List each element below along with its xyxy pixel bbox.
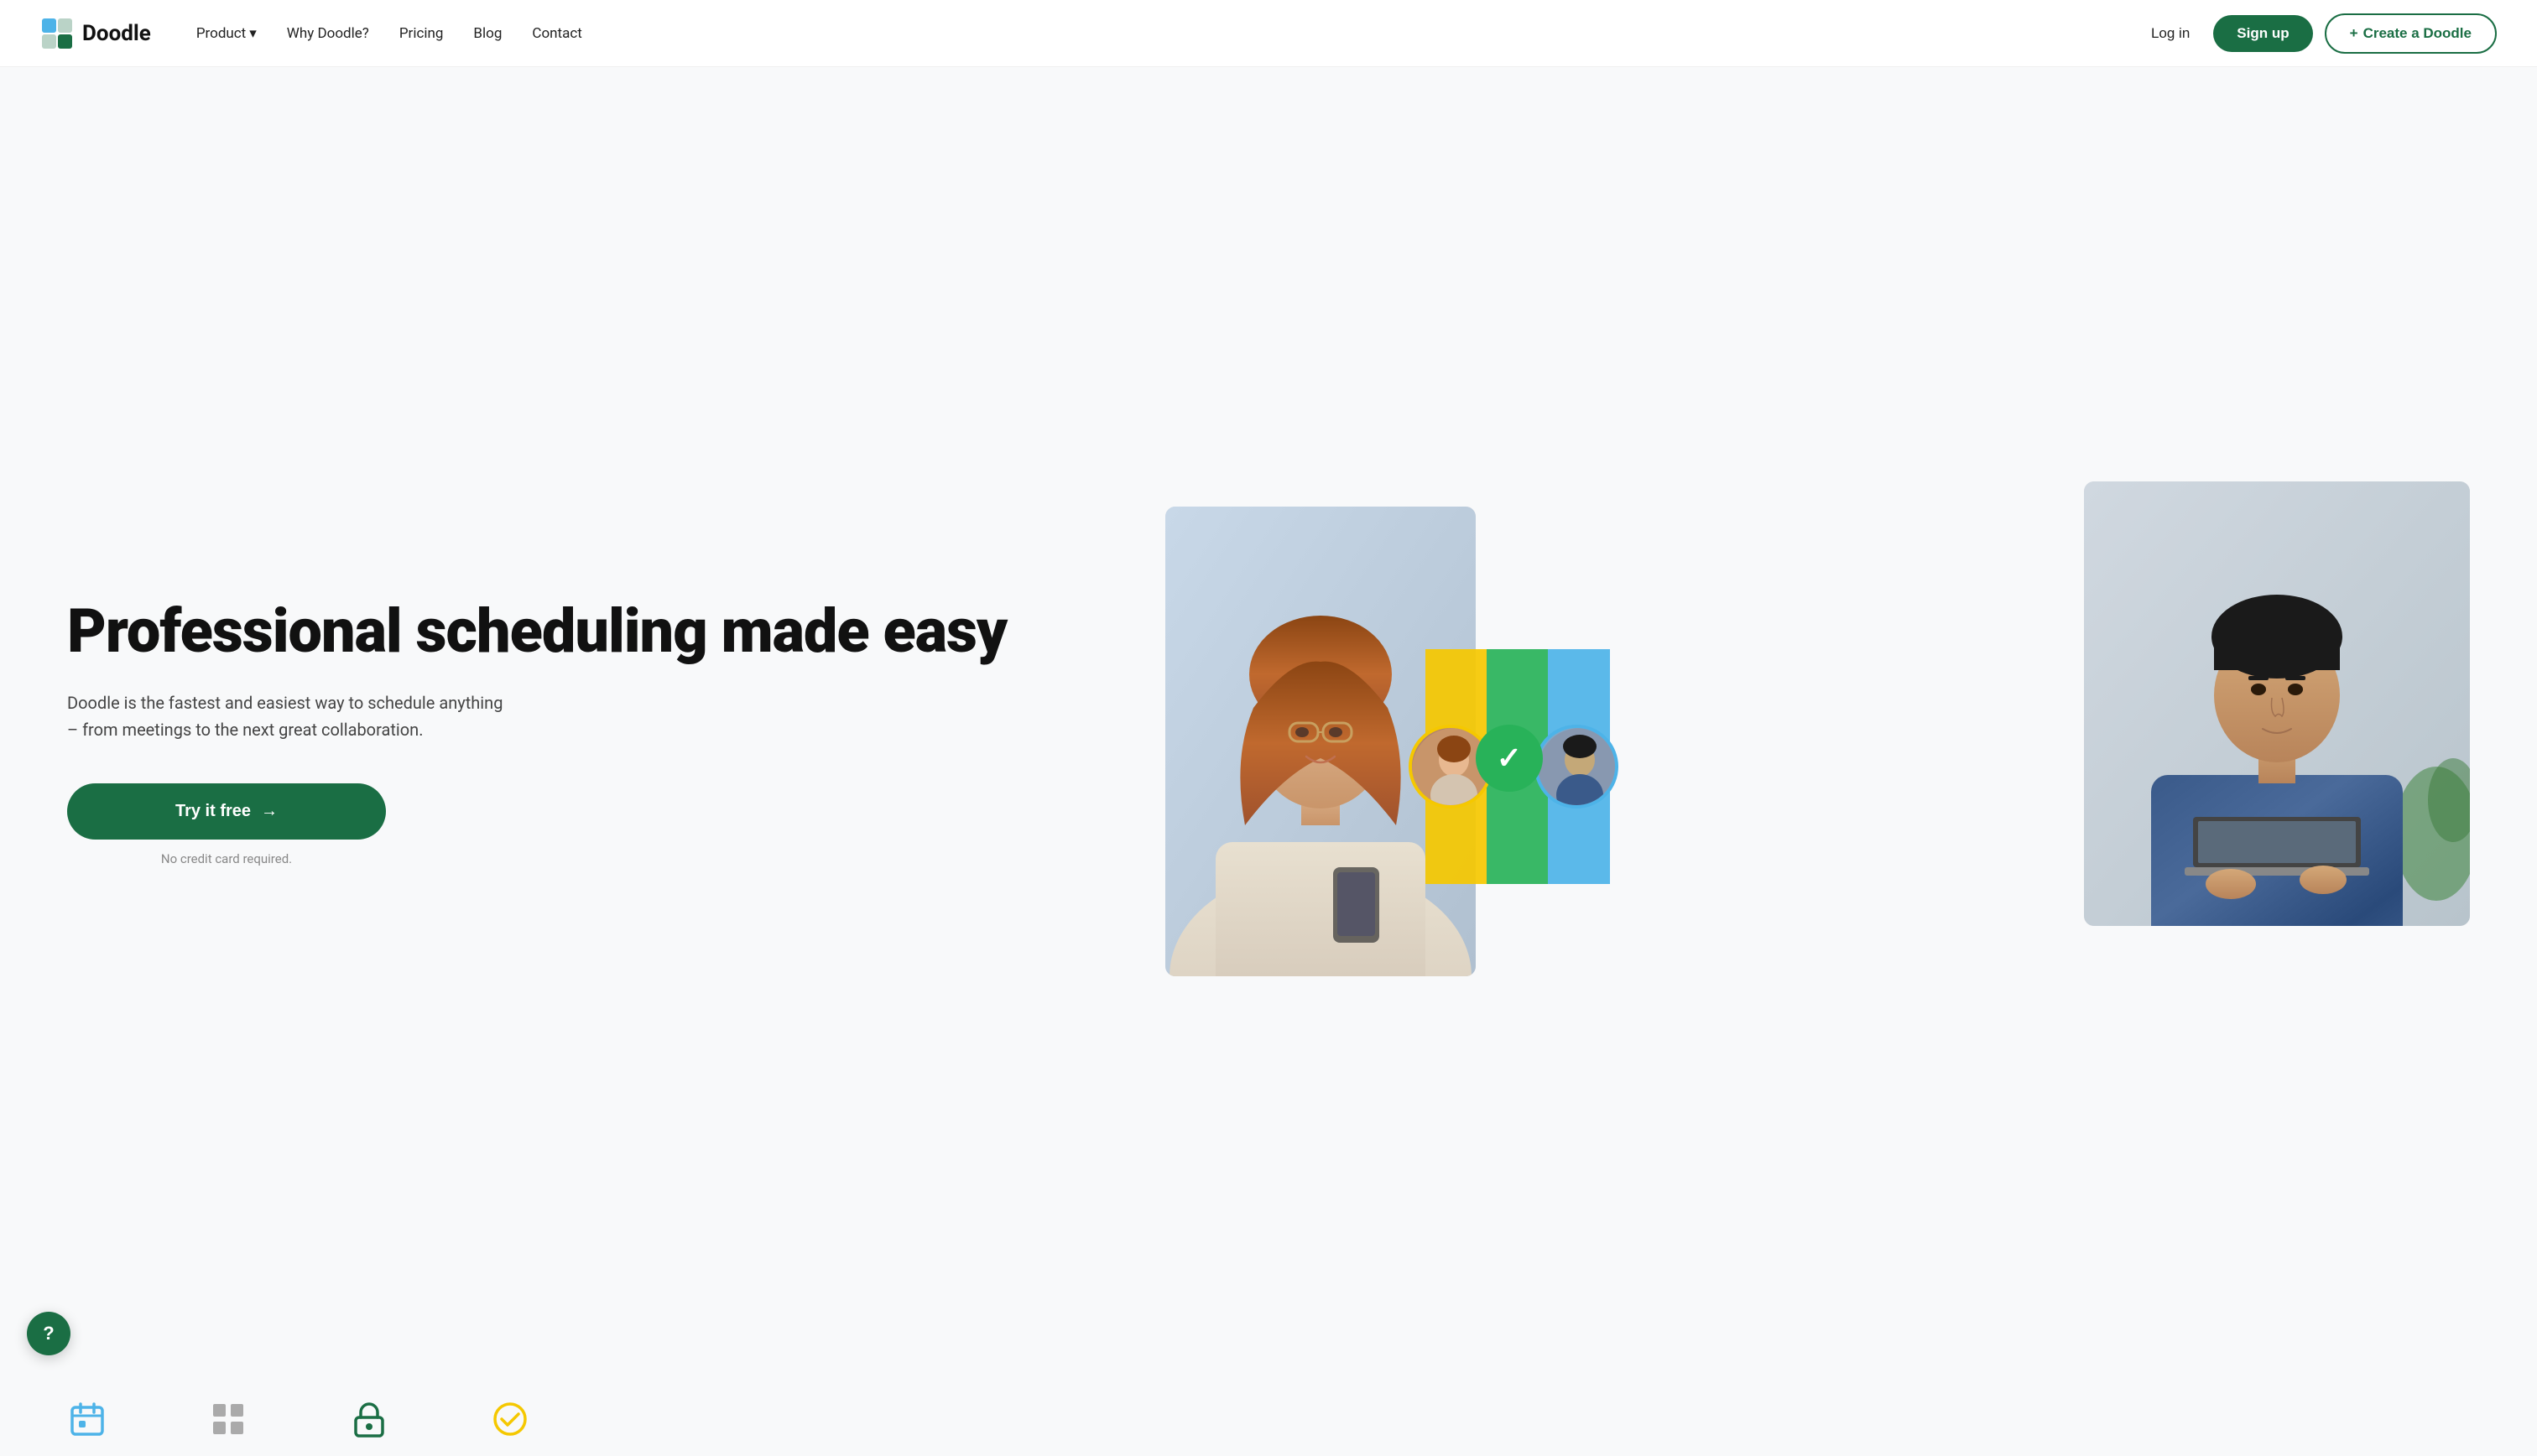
bottom-strip	[0, 1382, 2537, 1456]
strip-icon-grid	[208, 1399, 248, 1439]
plus-icon: +	[2350, 25, 2358, 42]
signup-button[interactable]: Sign up	[2213, 15, 2312, 52]
no-credit-card-text: No credit card required.	[67, 851, 386, 866]
hero-left: Professional scheduling made easy Doodle…	[67, 600, 1149, 867]
nav-actions: Log in Sign up + Create a Doodle	[2139, 13, 2497, 54]
login-button[interactable]: Log in	[2139, 18, 2201, 49]
nav-pricing[interactable]: Pricing	[388, 18, 456, 49]
hero-section: Professional scheduling made easy Doodle…	[0, 67, 2537, 1382]
logo-link[interactable]: Doodle	[40, 17, 151, 50]
arrow-icon: →	[261, 802, 278, 821]
man-photo	[2084, 481, 2470, 926]
navbar: Doodle Product ▾ Why Doodle? Pricing Blo…	[0, 0, 2537, 67]
strip-icon-calendar	[67, 1399, 107, 1439]
strip-icon-check	[490, 1399, 530, 1439]
check-circle-icon	[490, 1399, 530, 1439]
hero-right: ✓	[1165, 481, 2470, 985]
lock-icon	[349, 1399, 389, 1439]
grid-icon	[208, 1399, 248, 1439]
create-doodle-button[interactable]: + Create a Doodle	[2325, 13, 2497, 54]
nav-why-doodle[interactable]: Why Doodle?	[275, 18, 381, 49]
nav-links: Product ▾ Why Doodle? Pricing Blog Conta…	[185, 18, 2139, 49]
nav-contact[interactable]: Contact	[520, 18, 593, 49]
doodle-logo-icon	[40, 17, 74, 50]
hero-subtitle: Doodle is the fastest and easiest way to…	[67, 689, 503, 743]
hero-title: Professional scheduling made easy	[67, 600, 1149, 663]
cta-group: Try it free → No credit card required.	[67, 783, 1149, 866]
checkmark-circle: ✓	[1476, 725, 1543, 792]
nav-blog[interactable]: Blog	[461, 18, 513, 49]
strip-icon-lock	[349, 1399, 389, 1439]
avatar-right	[1534, 725, 1618, 809]
try-free-button[interactable]: Try it free →	[67, 783, 386, 840]
logo-text: Doodle	[82, 21, 151, 46]
hero-photo-right	[2084, 481, 2470, 926]
chevron-down-icon: ▾	[249, 25, 257, 42]
nav-product[interactable]: Product ▾	[185, 18, 268, 49]
calendar-icon	[67, 1399, 107, 1439]
check-icon: ✓	[1497, 741, 1522, 776]
help-button[interactable]: ?	[27, 1312, 70, 1355]
